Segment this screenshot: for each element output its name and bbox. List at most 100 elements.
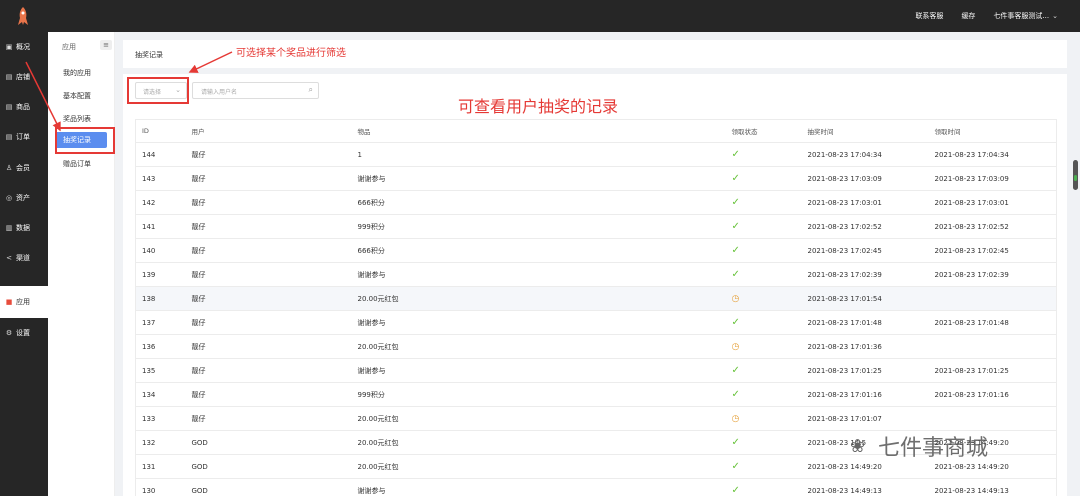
filter-highlight-box [127,77,189,104]
sidebar-item-4[interactable]: ♙ 会员 [0,157,48,179]
status-cell: ✓ [725,430,802,455]
sidebar-item-3[interactable]: ▤ 订单 [0,126,48,148]
sidebar-item-9[interactable]: ⚙ 设置 [0,322,48,344]
sidebar-item-7[interactable]: < 渠道 [0,247,48,269]
cell-id: 138 [135,286,186,311]
status-cell: ✓ [725,478,802,496]
sidebar-item-label: 订单 [16,133,30,141]
cell-id: 141 [135,214,186,239]
sidebar-item-2[interactable]: ▤ 商品 [0,96,48,118]
column-header[interactable]: 领取时间 [928,119,1057,143]
cell-claim-time: 2021-08-23 17:01:48 [928,310,1057,335]
cell-item: 谢谢参与 [351,166,726,191]
contact-service-link[interactable]: 联系客服 [915,11,943,21]
table-row[interactable]: 141 靓仔 999积分 ✓ 2021-08-23 17:02:52 2021-08-23… [135,214,1057,239]
goods-icon: ▤ [5,103,13,111]
cell-item: 20.00元红包 [351,286,726,311]
cell-user: 靓仔 [185,238,352,263]
table-row[interactable]: 136 靓仔 20.00元红包 ◷ 2021-08-23 17:01:36 [135,334,1057,359]
cell-item: 20.00元红包 [351,406,726,431]
column-header[interactable]: ID [135,119,186,143]
subnav-item-1[interactable]: 基本配置 [63,91,91,101]
check-icon: ✓ [731,269,740,280]
table-row[interactable]: 133 靓仔 20.00元红包 ◷ 2021-08-23 17:01:07 [135,406,1057,431]
cell-item: 谢谢参与 [351,358,726,383]
cell-draw-time: 2021-08-23 17:01:07 [801,406,929,431]
cell-user: 靓仔 [185,310,352,335]
cell-claim-time: 2021-08-23 17:02:52 [928,214,1057,239]
table-row[interactable]: 137 靓仔 谢谢参与 ✓ 2021-08-23 17:01:48 2021-08-23 … [135,310,1057,335]
cell-user: 靓仔 [185,190,352,215]
table-row[interactable]: 138 靓仔 20.00元红包 ◷ 2021-08-23 17:01:54 [135,286,1057,311]
cache-link[interactable]: 缓存 [961,11,975,21]
sidebar-item-6[interactable]: ▥ 数据 [0,217,48,239]
column-header[interactable]: 用户 [185,119,352,143]
table-row[interactable]: 143 靓仔 谢谢参与 ✓ 2021-08-23 17:03:09 2021-08-23 … [135,166,1057,191]
sidebar-item-8[interactable]: ■ 应用 [0,286,48,318]
table-row[interactable]: 144 靓仔 1 ✓ 2021-08-23 17:04:34 2021-08-23 17:… [135,142,1057,167]
channel-icon: < [6,254,12,262]
sidebar-item-label: 数据 [16,224,30,232]
status-cell: ✓ [725,190,802,215]
cell-item: 999积分 [351,214,726,239]
cell-claim-time: 2021-08-23 17:03:09 [928,166,1057,191]
search-icon[interactable]: ⌕ [309,85,313,95]
cell-id: 133 [135,406,186,431]
cell-id: 131 [135,454,186,479]
table-row[interactable]: 135 靓仔 谢谢参与 ✓ 2021-08-23 17:01:25 2021-08-23 … [135,358,1057,383]
chevron-down-icon: ⌄ [1052,12,1058,20]
subnav-item-4[interactable]: 赠品订单 [63,159,91,169]
cell-item: 1 [351,142,726,167]
sidebar-item-0[interactable]: ▣ 概况 [0,36,48,58]
cell-user: GOD [185,478,352,496]
cell-claim-time: 2021-08-23 14:49:13 [928,478,1057,496]
subnav-item-0[interactable]: 我的应用 [63,68,91,78]
sidebar-item-label: 会员 [16,164,30,172]
table-row[interactable]: 130 GOD 谢谢参与 ✓ 2021-08-23 14:49:13 2021-08-23… [135,478,1057,496]
wechat-icon: ❀ [850,436,866,457]
subnav-item-2[interactable]: 奖品列表 [63,114,91,124]
status-cell: ✓ [725,238,802,263]
cell-id: 137 [135,310,186,335]
secondary-sidebar: 应用 ≡ 我的应用 基本配置 奖品列表 抽奖记录 赠品订单 [48,32,115,496]
table-header-row: ID 用户 物品 领取状态 抽奖时间 领取时间 [135,119,1057,143]
sidebar-item-label: 设置 [16,329,30,337]
table-row[interactable]: 139 靓仔 谢谢参与 ✓ 2021-08-23 17:02:39 2021-08-23 … [135,262,1057,287]
table-row[interactable]: 140 靓仔 666积分 ✓ 2021-08-23 17:02:45 2021-08-23… [135,238,1057,263]
cell-id: 130 [135,478,186,496]
check-icon: ✓ [731,221,740,232]
cell-claim-time: 2021-08-23 17:01:16 [928,382,1057,407]
status-cell: ◷ [725,334,802,359]
table-row[interactable]: 134 靓仔 999积分 ✓ 2021-08-23 17:01:16 2021-08-23… [135,382,1057,407]
settings-icon: ⚙ [5,329,13,337]
cell-draw-time: 2021-08-23 17:02:45 [801,238,929,263]
cell-claim-time [928,286,1057,311]
username-search-input[interactable]: 请输入用户名 ⌕ [192,82,319,99]
status-cell: ✓ [725,358,802,383]
records-annotation: 可查看用户抽奖的记录 [458,97,619,116]
cell-draw-time: 2021-08-23 17:01:54 [801,286,929,311]
status-cell: ✓ [725,214,802,239]
status-cell: ✓ [725,142,802,167]
cell-user: 靓仔 [185,382,352,407]
sidebar-item-1[interactable]: ▤ 店铺 [0,66,48,88]
check-icon: ✓ [731,317,740,328]
cell-draw-time: 2021-08-23 17:01:48 [801,310,929,335]
cell-user: 靓仔 [185,262,352,287]
check-icon: ✓ [731,461,740,472]
account-menu[interactable]: 七件事客服测试... ⌄ [993,11,1058,21]
cell-item: 20.00元红包 [351,334,726,359]
brand-logo[interactable] [14,6,32,26]
column-header[interactable]: 物品 [351,119,726,143]
column-header[interactable]: 领取状态 [725,119,802,143]
column-header[interactable]: 抽奖时间 [801,119,929,143]
status-cell: ◷ [725,286,802,311]
cell-draw-time: 2021-08-23 17:01:16 [801,382,929,407]
collapse-menu-icon[interactable]: ≡ [100,40,112,50]
sidebar-item-5[interactable]: ◎ 资产 [0,187,48,209]
table-row[interactable]: 142 靓仔 666积分 ✓ 2021-08-23 17:03:01 2021-08-23… [135,190,1057,215]
asset-icon: ◎ [5,194,13,202]
top-links: 联系客服 缓存 七件事客服测试... ⌄ [915,0,1058,32]
status-cell: ✓ [725,262,802,287]
cell-claim-time: 2021-08-23 17:02:39 [928,262,1057,287]
